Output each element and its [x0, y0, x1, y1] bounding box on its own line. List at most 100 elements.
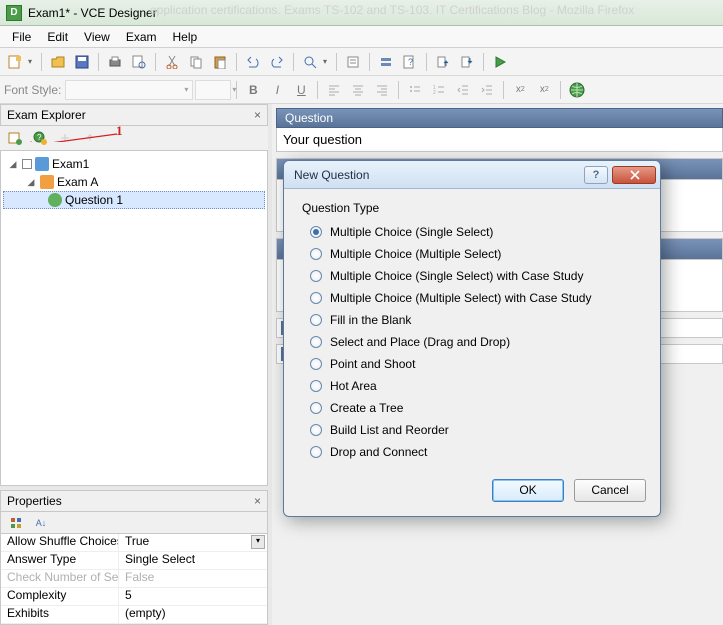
superscript-button[interactable]: x2 — [509, 79, 531, 101]
tree-root[interactable]: ◢ Exam1 — [3, 155, 265, 173]
menu-edit[interactable]: Edit — [39, 28, 76, 46]
menubar: File Edit View Exam Help — [0, 26, 723, 48]
font-size-input[interactable] — [200, 83, 228, 97]
font-style-input[interactable] — [70, 83, 180, 97]
question-type-option[interactable]: Multiple Choice (Multiple Select) — [300, 243, 644, 265]
prop-row[interactable]: Exhibits (empty) — [1, 606, 267, 624]
dialog-titlebar[interactable]: New Question ? — [284, 161, 660, 189]
open-button[interactable] — [47, 51, 69, 73]
outdent-button[interactable] — [452, 79, 474, 101]
align-left-button[interactable] — [323, 79, 345, 101]
properties-button[interactable] — [342, 51, 364, 73]
align-center-button[interactable] — [347, 79, 369, 101]
question-type-option[interactable]: Multiple Choice (Single Select) with Cas… — [300, 265, 644, 287]
close-button[interactable] — [612, 166, 656, 184]
radio-icon[interactable] — [310, 424, 322, 436]
tree-checkbox[interactable] — [22, 159, 32, 169]
print-button[interactable] — [104, 51, 126, 73]
copy-button[interactable] — [185, 51, 207, 73]
question-type-option[interactable]: Multiple Choice (Single Select) — [300, 221, 644, 243]
save-button[interactable] — [71, 51, 93, 73]
question-type-option[interactable]: Hot Area — [300, 375, 644, 397]
numbering-button[interactable]: 12 — [428, 79, 450, 101]
categorize-button[interactable] — [5, 512, 27, 534]
radio-icon[interactable] — [310, 358, 322, 370]
prop-value[interactable]: (empty) — [119, 606, 267, 623]
radio-icon[interactable] — [310, 402, 322, 414]
radio-icon[interactable] — [310, 248, 322, 260]
bold-button[interactable]: B — [242, 79, 264, 101]
radio-icon[interactable] — [310, 446, 322, 458]
cancel-button[interactable]: Cancel — [574, 479, 646, 502]
prop-value[interactable]: 5 — [119, 588, 267, 605]
question-type-option[interactable]: Build List and Reorder — [300, 419, 644, 441]
menu-help[interactable]: Help — [165, 28, 206, 46]
redo-button[interactable] — [266, 51, 288, 73]
underline-button[interactable]: U — [290, 79, 312, 101]
prop-value[interactable]: True — [125, 534, 149, 548]
question-text-input[interactable]: Your question — [276, 128, 723, 152]
find-dropdown[interactable]: ▾ — [323, 57, 331, 66]
expand-button[interactable] — [54, 127, 76, 149]
add-question-button[interactable]: ? — [29, 127, 51, 149]
ok-button[interactable]: OK — [492, 479, 564, 502]
menu-exam[interactable]: Exam — [118, 28, 165, 46]
menu-view[interactable]: View — [76, 28, 118, 46]
font-style-combo[interactable]: ▾ — [65, 80, 193, 100]
radio-icon[interactable] — [310, 292, 322, 304]
menu-file[interactable]: File — [4, 28, 39, 46]
question-type-label: Question Type — [302, 201, 644, 215]
paste-button[interactable] — [209, 51, 231, 73]
move-up-button[interactable] — [432, 51, 454, 73]
new-section-button[interactable] — [375, 51, 397, 73]
italic-button[interactable]: I — [266, 79, 288, 101]
question-type-option[interactable]: Fill in the Blank — [300, 309, 644, 331]
move-down-button[interactable] — [456, 51, 478, 73]
align-right-button[interactable] — [371, 79, 393, 101]
chevron-down-icon[interactable]: ▾ — [251, 535, 265, 549]
new-dropdown[interactable]: ▾ — [28, 57, 36, 66]
font-size-combo[interactable]: ▾ — [195, 80, 231, 100]
new-question-button[interactable]: ? — [399, 51, 421, 73]
properties-grid[interactable]: Allow Shuffle Choices True▾ Answer Type … — [0, 534, 268, 625]
prop-row[interactable]: Complexity 5 — [1, 588, 267, 606]
help-button[interactable]: ? — [584, 166, 608, 184]
prop-row[interactable]: Answer Type Single Select — [1, 552, 267, 570]
question-type-option[interactable]: Create a Tree — [300, 397, 644, 419]
question-type-option[interactable]: Multiple Choice (Multiple Select) with C… — [300, 287, 644, 309]
find-button[interactable] — [299, 51, 321, 73]
add-exam-button[interactable] — [4, 127, 26, 149]
tree-twisty-icon[interactable]: ◢ — [7, 159, 19, 170]
question-type-option[interactable]: Drop and Connect — [300, 441, 644, 463]
radio-icon[interactable] — [310, 336, 322, 348]
radio-icon[interactable] — [310, 270, 322, 282]
radio-icon[interactable] — [310, 380, 322, 392]
new-button[interactable] — [4, 51, 26, 73]
tree-twisty-icon[interactable]: ◢ — [25, 177, 37, 188]
tree-question[interactable]: Question 1 — [3, 191, 265, 209]
indent-button[interactable] — [476, 79, 498, 101]
close-icon[interactable]: × — [254, 494, 261, 508]
prop-row[interactable]: Allow Shuffle Choices True▾ — [1, 534, 267, 552]
radio-icon[interactable] — [310, 314, 322, 326]
question-type-option[interactable]: Select and Place (Drag and Drop) — [300, 331, 644, 353]
exam-tree[interactable]: ◢ Exam1 ◢ Exam A Question 1 — [0, 150, 268, 486]
sort-button[interactable]: A↓ — [30, 512, 52, 534]
prop-value[interactable]: Single Select — [119, 552, 267, 569]
globe-button[interactable] — [566, 79, 588, 101]
prop-value: False — [119, 570, 267, 587]
question-type-option[interactable]: Point and Shoot — [300, 353, 644, 375]
tree-section-label: Exam A — [57, 175, 98, 189]
option-label: Multiple Choice (Multiple Select) with C… — [330, 291, 591, 305]
preview-button[interactable] — [128, 51, 150, 73]
bullets-button[interactable] — [404, 79, 426, 101]
close-icon[interactable]: × — [254, 108, 261, 122]
radio-icon[interactable] — [310, 226, 322, 238]
prop-key: Check Number of Selections — [1, 570, 119, 587]
run-button[interactable] — [489, 51, 511, 73]
subscript-button[interactable]: x2 — [533, 79, 555, 101]
tree-section[interactable]: ◢ Exam A — [3, 173, 265, 191]
collapse-button[interactable] — [79, 127, 101, 149]
undo-button[interactable] — [242, 51, 264, 73]
cut-button[interactable] — [161, 51, 183, 73]
